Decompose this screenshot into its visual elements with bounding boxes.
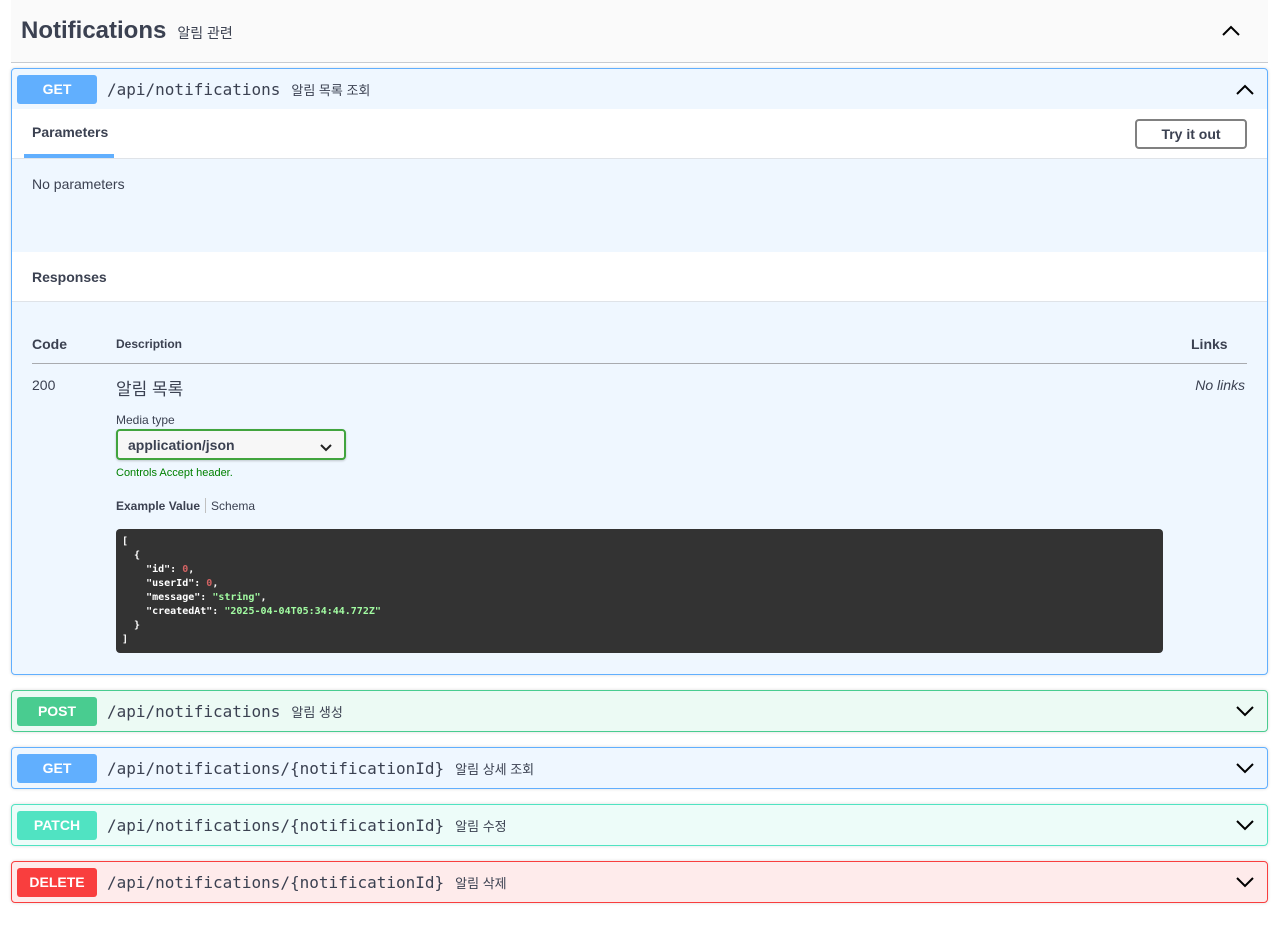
chevron-down-icon[interactable]: [1234, 814, 1256, 836]
code-punct: ,: [212, 578, 219, 589]
endpoint-summary: 알림 생성: [291, 704, 343, 720]
tag-description: 알림 관련: [177, 24, 233, 41]
code-key: "id":: [122, 564, 183, 575]
opblock-summary[interactable]: PATCH /api/notifications/{notificationId…: [12, 805, 1267, 845]
opblock-summary[interactable]: DELETE /api/notifications/{notificationI…: [12, 862, 1267, 902]
example-tabs: Example Value Schema: [116, 498, 255, 513]
opblock-summary[interactable]: POST /api/notifications 알림 생성: [12, 691, 1267, 731]
endpoint-summary: 알림 목록 조회: [291, 82, 371, 98]
chevron-down-icon[interactable]: [1234, 700, 1256, 722]
tab-separator: [205, 498, 207, 513]
code-value: "string": [212, 592, 261, 603]
opblock-get-notification-detail: GET /api/notifications/{notificationId} …: [11, 747, 1268, 789]
code-line: "message": "string",: [122, 591, 1157, 605]
tab-parameters[interactable]: Parameters: [24, 109, 114, 158]
media-type-label: Media type: [116, 413, 175, 427]
code-punct: ,: [188, 564, 195, 575]
endpoint-path: /api/notifications: [107, 701, 281, 721]
endpoint-summary: 알림 수정: [455, 818, 507, 834]
no-parameters-text: No parameters: [32, 176, 125, 192]
response-description: 알림 목록: [116, 380, 184, 399]
chevron-up-icon[interactable]: [1218, 18, 1244, 44]
chevron-down-icon[interactable]: [1234, 757, 1256, 779]
method-badge: GET: [17, 74, 97, 104]
tag-section-header[interactable]: Notifications 알림 관련: [11, 0, 1268, 63]
col-header-description: Description: [116, 337, 183, 351]
response-links: No links: [1195, 377, 1245, 393]
example-code-block[interactable]: [ { "id": 0, "userId": 0, "message": "st…: [116, 529, 1163, 653]
try-it-out-button[interactable]: Try it out: [1135, 119, 1247, 149]
chevron-down-icon: [320, 439, 332, 455]
chevron-down-icon[interactable]: [1234, 871, 1256, 893]
col-header-links: Links: [1191, 336, 1228, 352]
method-badge: DELETE: [17, 867, 97, 897]
endpoint-summary: 알림 삭제: [455, 875, 507, 891]
code-punct: ,: [260, 592, 267, 603]
opblock-body: Parameters Try it out No parameters Resp…: [12, 109, 1267, 672]
code-value: "2025-04-04T05:34:44.772Z": [224, 606, 381, 617]
endpoint-path: /api/notifications/{notificationId}: [107, 872, 445, 892]
media-type-select[interactable]: application/json: [116, 429, 346, 460]
tag-title: Notifications: [21, 17, 167, 44]
code-line: ]: [122, 634, 129, 645]
code-line: }: [122, 620, 141, 631]
code-line: "userId": 0,: [122, 577, 1157, 591]
method-badge: PATCH: [17, 810, 97, 840]
opblock-summary[interactable]: GET /api/notifications 알림 목록 조회: [12, 69, 1267, 109]
code-key: "createdAt":: [122, 606, 225, 617]
media-type-value: application/json: [128, 436, 235, 453]
col-header-code: Code: [32, 336, 67, 352]
method-badge: POST: [17, 696, 97, 726]
opblock-post-notifications: POST /api/notifications 알림 생성: [11, 690, 1268, 732]
response-code: 200: [32, 377, 56, 393]
responses-table: Code Description Links 200 알림 목록 No link…: [12, 302, 1267, 672]
code-line: [: [122, 536, 129, 547]
endpoint-path: /api/notifications: [107, 79, 281, 99]
method-badge: GET: [17, 753, 97, 783]
endpoint-path: /api/notifications/{notificationId}: [107, 758, 445, 778]
table-divider: [32, 363, 1247, 364]
code-line: "id": 0,: [122, 563, 1157, 577]
chevron-up-icon[interactable]: [1234, 78, 1256, 100]
code-key: "message":: [122, 592, 213, 603]
code-line: {: [122, 550, 141, 561]
endpoint-path: /api/notifications/{notificationId}: [107, 815, 445, 835]
endpoint-summary: 알림 상세 조회: [455, 761, 535, 777]
opblock-summary[interactable]: GET /api/notifications/{notificationId} …: [12, 748, 1267, 788]
opblock-get-notifications: GET /api/notifications 알림 목록 조회 Paramete…: [11, 68, 1268, 675]
code-key: "userId":: [122, 578, 207, 589]
parameters-header: Parameters Try it out: [12, 109, 1267, 159]
tab-example-value[interactable]: Example Value: [116, 499, 200, 513]
controls-accept-note: Controls Accept header.: [116, 467, 233, 479]
code-line: "createdAt": "2025-04-04T05:34:44.772Z": [122, 605, 1157, 619]
responses-header: Responses: [12, 252, 1267, 302]
tab-schema[interactable]: Schema: [211, 499, 255, 513]
opblock-delete-notification: DELETE /api/notifications/{notificationI…: [11, 861, 1268, 903]
opblock-patch-notification: PATCH /api/notifications/{notificationId…: [11, 804, 1268, 846]
